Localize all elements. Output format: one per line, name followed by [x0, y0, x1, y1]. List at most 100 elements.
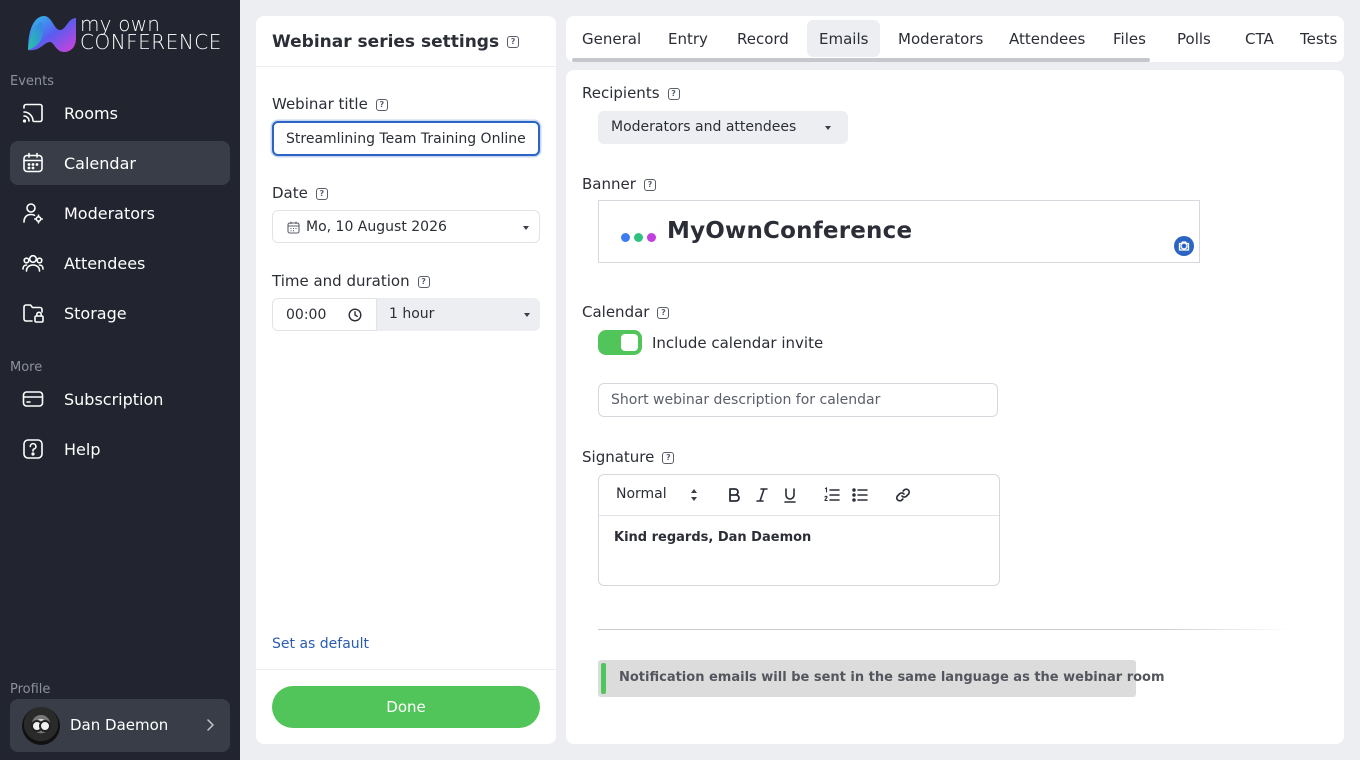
panel-header: Webinar series settings?	[256, 16, 556, 67]
avatar	[22, 707, 60, 745]
signature-label-text: Signature	[582, 448, 655, 466]
clock-icon	[348, 308, 362, 322]
sidebar-item-label: Subscription	[64, 389, 164, 409]
panel-title: Webinar series settings?	[272, 32, 520, 52]
done-button[interactable]: Done	[272, 686, 540, 728]
bold-icon[interactable]	[725, 486, 743, 504]
tab-cta[interactable]: CTA	[1233, 20, 1286, 57]
logo-text-line2: CONFERENCE	[80, 30, 222, 54]
folder-lock-icon	[23, 304, 44, 323]
sidebar-item-label: Storage	[64, 303, 127, 323]
sidebar-item-label: Help	[64, 439, 101, 459]
calendar-icon	[287, 221, 300, 234]
sidebar-item-rooms[interactable]: Rooms	[10, 91, 230, 135]
camera-icon	[1178, 241, 1190, 251]
tab-entry[interactable]: Entry	[656, 20, 720, 57]
date-label: Date?	[272, 184, 328, 202]
help-icon[interactable]: ?	[667, 87, 680, 100]
italic-icon[interactable]	[753, 486, 771, 504]
time-value: 00:00	[286, 307, 327, 323]
tab-polls[interactable]: Polls	[1165, 20, 1223, 57]
banner-label-text: Banner	[582, 175, 636, 193]
sidebar: my own CONFERENCE Events Rooms Calendar …	[0, 0, 240, 760]
profile-card[interactable]: Dan Daemon	[10, 699, 230, 752]
caret-down-icon	[524, 313, 530, 317]
underline-icon[interactable]	[781, 486, 799, 504]
toggle-knob	[621, 334, 638, 351]
notice-text: Notification emails will be sent in the …	[619, 670, 1165, 685]
banner-edit-button[interactable]	[1174, 236, 1194, 256]
signature-editor: Normal Kind regards, Dan Daemon	[598, 474, 1000, 586]
sidebar-item-label: Rooms	[64, 103, 118, 123]
calendar-label-text: Calendar	[582, 303, 650, 321]
tab-attendees[interactable]: Attendees	[997, 20, 1097, 57]
webinar-title-label: Webinar title?	[272, 95, 388, 113]
sidebar-item-moderators[interactable]: Moderators	[10, 191, 230, 235]
help-icon[interactable]: ?	[375, 98, 388, 111]
time-input[interactable]: 00:00	[272, 298, 377, 331]
recipients-value: Moderators and attendees	[611, 119, 797, 135]
help-icon[interactable]: ?	[662, 451, 675, 464]
app-logo[interactable]: my own CONFERENCE	[26, 12, 226, 56]
sidebar-item-calendar[interactable]: Calendar	[10, 141, 230, 185]
emails-settings-content: Recipients? Moderators and attendees Ban…	[566, 70, 1344, 744]
caret-down-icon	[523, 226, 529, 230]
ordered-list-icon[interactable]	[823, 486, 841, 504]
signature-label: Signature?	[582, 448, 675, 466]
recipients-select[interactable]: Moderators and attendees	[598, 111, 848, 144]
format-select-arrows-icon	[691, 489, 697, 501]
footer-divider	[256, 669, 556, 670]
recipients-label: Recipients?	[582, 84, 680, 102]
date-picker[interactable]: Mo, 10 August 2026	[272, 210, 540, 243]
email-banner: MyOwnConference	[598, 200, 1200, 263]
sidebar-section-more: More	[10, 360, 43, 375]
calendar-description-input[interactable]	[598, 383, 998, 417]
help-icon[interactable]: ?	[657, 306, 670, 319]
sidebar-item-subscription[interactable]: Subscription	[10, 377, 230, 421]
banner-dot	[634, 233, 643, 242]
webinar-title-label-text: Webinar title	[272, 95, 368, 113]
section-divider	[598, 629, 1292, 630]
settings-tabs: General Entry Record Emails Moderators A…	[566, 16, 1344, 62]
time-duration-label-text: Time and duration	[272, 272, 410, 290]
cast-icon	[22, 103, 43, 123]
banner-brand-text: MyOwnConference	[667, 218, 913, 244]
tab-moderators[interactable]: Moderators	[886, 20, 995, 57]
tabs-scrollbar[interactable]	[572, 58, 1150, 62]
chevron-right-icon	[207, 719, 214, 731]
sidebar-section-profile: Profile	[10, 682, 51, 697]
tab-general[interactable]: General	[570, 20, 653, 57]
duration-select[interactable]: 1 hour	[377, 298, 540, 331]
format-select[interactable]: Normal	[616, 486, 667, 502]
date-label-text: Date	[272, 184, 308, 202]
time-duration-label: Time and duration?	[272, 272, 430, 290]
logo-mark-icon	[28, 16, 76, 52]
tab-tests[interactable]: Tests	[1288, 20, 1344, 57]
caret-down-icon	[825, 126, 831, 130]
language-notice: Notification emails will be sent in the …	[598, 660, 1165, 697]
calendar-invite-label: Include calendar invite	[652, 334, 824, 352]
help-icon[interactable]: ?	[643, 178, 656, 191]
bullet-list-icon[interactable]	[851, 486, 869, 504]
sidebar-item-storage[interactable]: Storage	[10, 291, 230, 335]
calendar-invite-toggle[interactable]	[598, 330, 642, 355]
webinar-title-input[interactable]	[272, 121, 540, 156]
tab-record[interactable]: Record	[725, 20, 801, 57]
editor-toolbar: Normal	[599, 475, 999, 516]
help-icon[interactable]: ?	[315, 187, 328, 200]
link-icon[interactable]	[894, 486, 912, 504]
tab-emails[interactable]: Emails	[807, 20, 881, 57]
help-icon[interactable]: ?	[417, 275, 430, 288]
sidebar-item-label: Calendar	[64, 153, 136, 173]
signature-text[interactable]: Kind regards, Dan Daemon	[614, 530, 811, 545]
help-icon[interactable]: ?	[507, 36, 520, 48]
sidebar-item-help[interactable]: Help	[10, 427, 230, 471]
tab-files[interactable]: Files	[1101, 20, 1158, 57]
set-as-default-link[interactable]: Set as default	[272, 636, 369, 652]
calendar-label: Calendar?	[582, 303, 670, 321]
banner-dots	[621, 230, 660, 246]
banner-dot	[647, 233, 656, 242]
sidebar-item-attendees[interactable]: Attendees	[10, 241, 230, 285]
sidebar-item-label: Moderators	[64, 203, 155, 223]
user-gear-icon	[23, 203, 44, 224]
